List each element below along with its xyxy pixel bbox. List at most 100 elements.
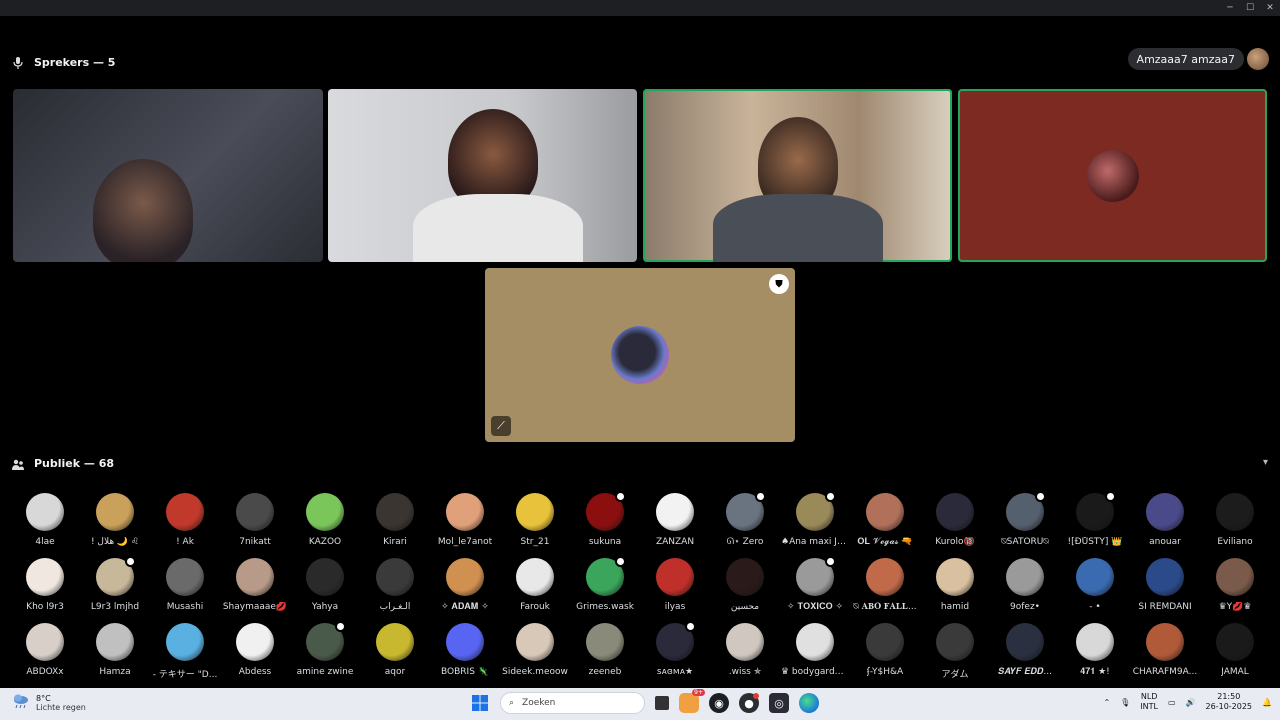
audience-member[interactable]: Kurolo🔞 [920,493,990,547]
audience-member[interactable]: 𝑺𝑨𝒀𝑭 𝑬𝑫𝑫... [990,623,1060,680]
github-icon[interactable]: ◉ [709,693,729,713]
audience-member[interactable]: Musashi [150,558,220,612]
speaker-tile[interactable]: ⛊ ⟋ [485,268,795,442]
audience-member[interactable]: ABDOXx [10,623,80,680]
maximize-icon[interactable]: ☐ [1240,0,1260,16]
avatar [96,623,134,661]
weather-widget[interactable]: 8°C Lichte regen [12,693,86,712]
chat-app-icon[interactable]: 9+ [679,689,705,713]
audience-member[interactable]: Kirari [360,493,430,547]
audience-member[interactable]: ZANZAN [640,493,710,547]
audience-member[interactable]: ᘏ⋆ Zero [710,491,780,547]
avatar [306,621,346,661]
audience-member-name: Musashi [166,602,204,612]
stage-channel: Sprekers — 5 Amzaaa7 amzaa7 ⛊ ⟋ Publiek … [0,16,1280,688]
self-avatar[interactable] [1247,48,1269,70]
avatar [166,623,204,661]
audience-member[interactable]: ![ĐŮŠŤŸ] 👑 [1060,491,1130,547]
self-name-pill[interactable]: Amzaaa7 amzaa7 [1127,48,1244,70]
audience-member[interactable]: hamid [920,558,990,612]
audience-member[interactable]: - テキサー "D... [150,623,220,680]
audience-member[interactable]: L9r3 lmjhd [80,556,150,612]
speaker-tile[interactable] [328,89,637,262]
audience-member[interactable]: ʄ-Y$H&A [850,623,920,680]
speaker-tile[interactable] [643,89,952,262]
audience-member[interactable]: 9ofez• [990,558,1060,612]
speaker-tile[interactable] [958,89,1267,262]
audience-member[interactable]: Grimes.wask [570,556,640,612]
windows-start-icon[interactable] [470,693,490,713]
audience-member[interactable]: ♛ bodygarde ... [780,623,850,680]
audience-member[interactable]: ♛Y💋♛ [1200,558,1270,612]
audience-member[interactable]: Shaymaaae💋 [220,558,290,612]
clock[interactable]: 21:50 26-10-2025 [1206,692,1253,712]
audience-member[interactable]: amine zwine [290,621,360,680]
avatar [96,556,136,596]
audience-member[interactable]: ⍉SATORU⍉ [990,491,1060,547]
avatar [376,558,414,596]
audience-member[interactable]: Sideek.meoow [500,623,570,680]
task-view-icon[interactable] [655,696,669,710]
audience-member[interactable]: الـغـراب [360,558,430,612]
audience-member[interactable]: 4lae [10,493,80,547]
audience-member-name: Mol_le7anot [437,537,493,547]
microphone-icon[interactable]: 🎙 [1120,698,1130,707]
audience-member[interactable]: Mol_le7anot [430,493,500,547]
audience-member[interactable]: sukuna [570,491,640,547]
close-icon[interactable]: ✕ [1260,0,1280,16]
audience-member[interactable]: ! هلال 🌙 ♌︎ [80,493,150,547]
edge-browser-icon[interactable] [799,693,819,713]
audience-member[interactable]: محسين [710,558,780,612]
audience-member[interactable]: anouar [1130,493,1200,547]
speaker-tile[interactable] [13,89,323,262]
audience-member[interactable]: ✧ 𝐓𝐎𝐗𝐈𝐂𝐎 ✧ [780,556,850,612]
minimize-icon[interactable]: ─ [1220,0,1240,16]
audience-member[interactable]: Kho l9r3 [10,558,80,612]
avatar [1006,623,1044,661]
audience-member[interactable]: ⍉ 𝐀𝐁𝐎 𝐅𝐀𝐋𝐋... [850,558,920,612]
audience-member[interactable]: ✧ 𝐀𝐃𝐀𝐌 ✧ [430,558,500,612]
audience-member[interactable]: Abdess [220,623,290,680]
audience-member[interactable]: Eviliano [1200,493,1270,547]
audience-member[interactable]: Str_21 [500,493,570,547]
audience-member-name: ![ĐŮŠŤŸ] 👑 [1067,537,1123,547]
audience-member[interactable]: CHARAFM9A... [1130,623,1200,680]
audience-member-name: hamid [940,602,970,612]
audience-member-name: - • [1089,602,1101,612]
audience-member[interactable]: Farouk [500,558,570,612]
audience-member-name: ʄ-Y$H&A [866,667,904,677]
audience-member[interactable]: ! Ak [150,493,220,547]
audience-row: Kho l9r3 L9r3 lmjhd Musashi Shaymaaae💋 Yahya… [10,556,1270,612]
audience-member[interactable]: KAZOO [290,493,360,547]
audience-member[interactable]: JAMAL [1200,623,1270,680]
audience-member[interactable]: aqor [360,623,430,680]
chevron-down-icon[interactable]: ▾ [1263,457,1268,468]
network-icon[interactable]: ▭ [1168,698,1176,707]
audience-member[interactable]: - • [1060,558,1130,612]
discord-icon[interactable]: ● [739,693,759,713]
audience-member[interactable]: ꜱᴀɞᴍᴀ★ [640,621,710,680]
audience-member[interactable]: BOBRIS 🦎 [430,623,500,680]
audience-header: Publiek — 68 [12,457,114,470]
audience-member[interactable]: アダム [920,623,990,680]
audience-member[interactable]: ♠Ana maxi Je... [780,491,850,547]
audience-member[interactable]: .wiss ✯ [710,623,780,680]
audience-member-name: KAZOO [308,537,342,547]
taskbar-search[interactable]: ⌕ Zoeken [500,692,645,714]
audience-member[interactable]: Yahya [290,558,360,612]
audience-member[interactable]: ilyas [640,558,710,612]
audience-member[interactable]: 𝐎𝐋 𝓥𝓮𝓰𝓪𝓼 🔫 [850,493,920,547]
audience-member[interactable]: 7nikatt [220,493,290,547]
audience-member-name: ZANZAN [655,537,695,547]
avatar [1006,491,1046,531]
audience-member[interactable]: 𝟒𝟕𝟏 ★! [1060,623,1130,680]
obs-icon[interactable]: ◎ [769,693,789,713]
audience-member[interactable]: Hamza [80,623,150,680]
audience-member[interactable]: zeeneb [570,623,640,680]
audience-member[interactable]: SI REMDANI [1130,558,1200,612]
language-indicator[interactable]: NLD INTL [1140,692,1158,712]
audience-member-name: Shaymaaae💋 [222,602,288,612]
chevron-up-icon[interactable]: ⌃ [1103,698,1110,707]
volume-icon[interactable]: 🔊 [1186,698,1196,707]
notification-bell-icon[interactable]: 🔔 [1262,698,1272,707]
